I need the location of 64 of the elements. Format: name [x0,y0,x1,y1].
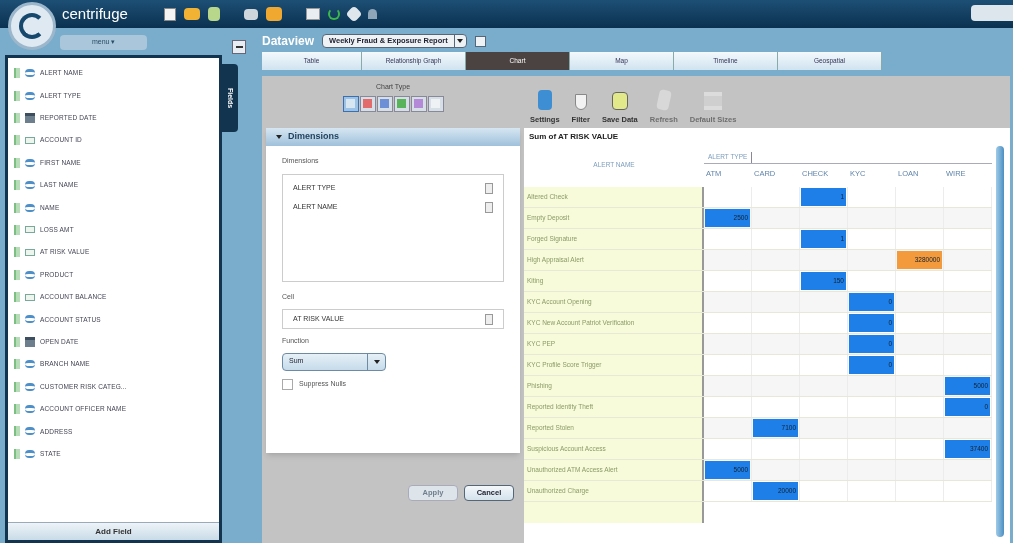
grip-icon [14,112,20,123]
chart-type-blank-button[interactable] [427,95,444,112]
document-icon [485,313,493,325]
calendar-icon [25,112,35,123]
grip-icon [14,224,20,235]
panel-title: Dimensions [288,130,339,144]
collapse-button[interactable] [232,40,246,54]
checkbox[interactable] [282,378,293,390]
add-field-button[interactable]: Add Field [8,522,219,540]
chart-type-pie-button[interactable] [393,95,410,112]
text-type-icon [25,405,35,414]
chart-type-area-button[interactable] [376,95,393,112]
text-type-icon [25,382,35,391]
collapse-triangle-icon [276,135,282,139]
grip-icon [14,269,20,280]
dataview-title: Dataview [262,33,315,50]
number-type-icon [25,136,35,144]
number-type-icon [25,248,35,256]
list-icon [704,91,723,110]
grip-icon [14,180,20,191]
grip-icon [14,426,20,437]
grip-icon [14,381,20,392]
document-icon [485,201,493,213]
text-type-icon [25,69,35,78]
chart-type-bar-button[interactable] [359,95,376,112]
text-type-icon [25,158,35,167]
grip-icon [14,359,20,370]
grip-icon [14,157,20,168]
text-type-icon [25,181,35,190]
text-type-icon [25,315,35,324]
panel-header[interactable]: Dimensions [266,128,520,146]
grip-icon [14,404,20,415]
folder-icon[interactable] [183,8,200,20]
document-icon [485,182,493,194]
grip-icon [14,336,20,347]
grip-icon [14,135,20,146]
calendar-icon [25,336,35,347]
text-type-icon [25,449,35,458]
document-icon[interactable] [163,7,176,21]
text-type-icon [25,91,35,100]
grip-icon [14,292,20,303]
logo-icon [8,2,56,50]
filter-icon [574,93,587,110]
grip-icon [14,68,20,79]
text-type-icon [25,360,35,369]
page-icon [537,89,552,110]
number-type-icon [25,226,35,234]
grip-icon [14,448,20,459]
table-title: Sum of AT RISK VALUE [528,131,620,143]
grip-icon [14,90,20,101]
screen-icon[interactable] [305,8,320,20]
text-type-icon [25,427,35,436]
text-type-icon [25,203,35,212]
edit-button[interactable] [474,35,486,47]
grip-icon [14,247,20,258]
grip-icon [14,202,20,213]
grip-icon [14,314,20,325]
text-type-icon [25,270,35,279]
app-name: centrifuge [62,3,128,24]
number-type-icon [25,293,35,301]
scrollbar[interactable] [996,146,1004,537]
chart-type-table-button[interactable] [342,95,359,112]
refresh-icon[interactable] [327,8,340,20]
chart-type-scatter-button[interactable] [410,95,427,112]
